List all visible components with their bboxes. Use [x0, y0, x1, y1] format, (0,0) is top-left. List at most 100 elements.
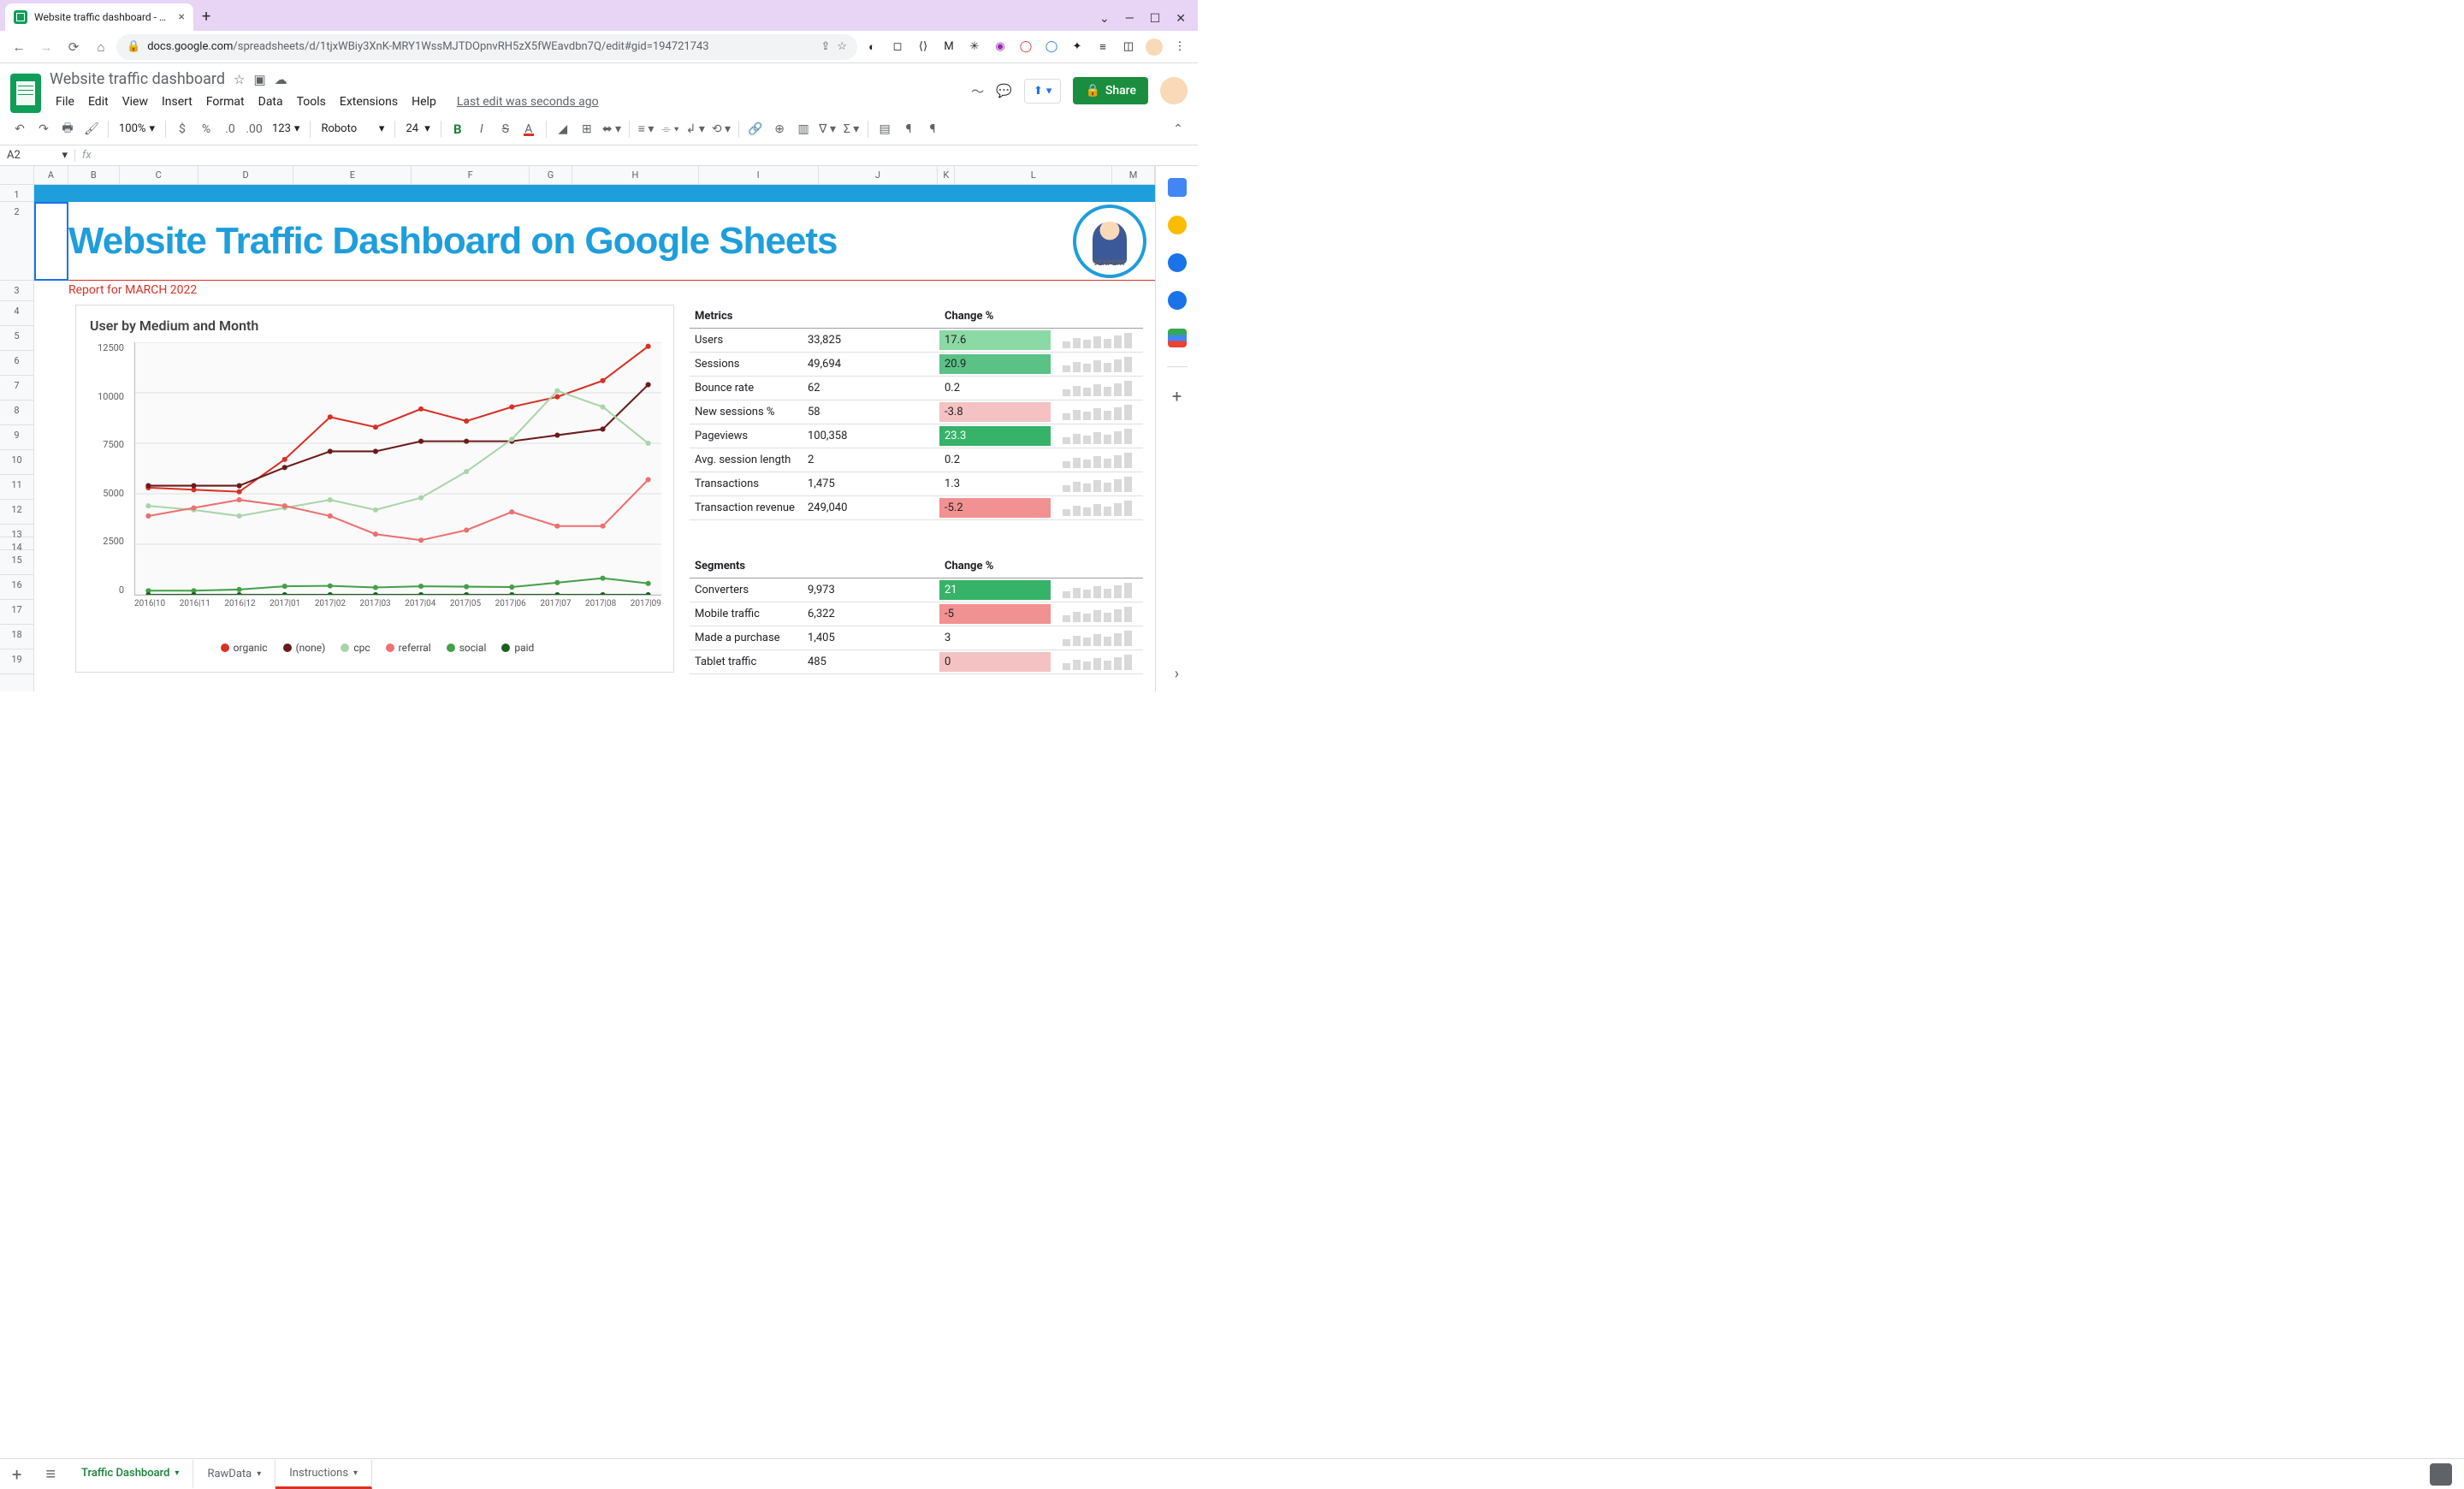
menu-extensions[interactable]: Extensions	[334, 92, 404, 112]
menu-data[interactable]: Data	[252, 92, 289, 112]
col-header[interactable]: J	[819, 166, 939, 184]
close-tab-icon[interactable]: ×	[179, 10, 185, 24]
block-button[interactable]: ▤	[874, 118, 896, 140]
side-panel-icon[interactable]: ◫	[1117, 36, 1140, 58]
ext-icon[interactable]: ◯	[1015, 36, 1037, 58]
row-header[interactable]: 12	[0, 500, 33, 525]
row-header[interactable]: 6	[0, 351, 33, 376]
row-header[interactable]: 11	[0, 475, 33, 500]
last-edit-link[interactable]: Last edit was seconds ago	[451, 92, 605, 112]
row-header[interactable]: 9	[0, 425, 33, 450]
menu-tools[interactable]: Tools	[291, 92, 332, 112]
menu-format[interactable]: Format	[200, 92, 251, 112]
reload-button[interactable]: ⟳	[62, 35, 86, 59]
explore-button[interactable]	[2430, 1463, 2452, 1486]
font-select[interactable]: Roboto▾	[316, 122, 389, 135]
row-header[interactable]: 19	[0, 650, 33, 674]
ext-icon[interactable]: M	[938, 36, 960, 58]
new-tab-button[interactable]: +	[193, 3, 219, 31]
close-window-icon[interactable]: ✕	[1176, 12, 1186, 26]
col-header[interactable]: A	[34, 166, 68, 184]
chart-user-by-medium[interactable]: User by Medium and Month 125001000075005…	[75, 305, 674, 673]
share-button[interactable]: 🔒Share	[1073, 77, 1148, 104]
present-button[interactable]: ⬆▾	[1024, 79, 1061, 104]
rtl-button[interactable]: ¶	[897, 118, 920, 140]
col-header[interactable]: L	[955, 166, 1112, 184]
col-header[interactable]: H	[572, 166, 699, 184]
ext-icon[interactable]: ◻	[886, 36, 909, 58]
maximize-icon[interactable]: ☐	[1150, 12, 1161, 26]
row-header[interactable]: 7	[0, 376, 33, 400]
row-header[interactable]: 1	[0, 185, 33, 202]
functions-button[interactable]: Σ ▾	[840, 118, 862, 140]
legend-item[interactable]: referral	[386, 642, 431, 654]
extensions-icon[interactable]: ✦	[1066, 36, 1088, 58]
sheet-tab[interactable]: Traffic Dashboard ▾	[68, 1460, 193, 1489]
legend-item[interactable]: social	[447, 642, 487, 654]
row-header[interactable]: 17	[0, 600, 33, 625]
wrap-button[interactable]: ↲ ▾	[684, 118, 708, 140]
sheet-tab[interactable]: Instructions ▾	[275, 1460, 372, 1489]
dec-decrease-button[interactable]: .0	[219, 118, 241, 140]
menu-view[interactable]: View	[116, 92, 154, 112]
minimize-icon[interactable]: —	[1125, 12, 1134, 26]
address-bar[interactable]: 🔒 docs.google.com/spreadsheets/d/1tjxWBi…	[116, 34, 857, 60]
contacts-icon[interactable]	[1168, 291, 1187, 310]
menu-file[interactable]: File	[50, 92, 80, 112]
strike-button[interactable]: S	[495, 118, 517, 140]
back-button[interactable]: ←	[7, 35, 31, 59]
menu-edit[interactable]: Edit	[82, 92, 115, 112]
row-header[interactable]: 14	[0, 537, 33, 550]
paint-format-button[interactable]: 🖌	[80, 118, 103, 140]
bookmark-icon[interactable]: ☆	[837, 40, 847, 53]
maps-icon[interactable]	[1168, 329, 1187, 347]
col-header[interactable]: I	[699, 166, 819, 184]
col-header[interactable]: M	[1112, 166, 1155, 184]
merge-button[interactable]: ⬌ ▾	[600, 118, 624, 140]
comment-add-button[interactable]: ⊕	[768, 118, 791, 140]
calendar-icon[interactable]	[1168, 178, 1187, 197]
bold-button[interactable]: B	[447, 118, 469, 140]
add-addon-icon[interactable]: +	[1172, 386, 1182, 406]
profile-avatar[interactable]	[1143, 36, 1165, 58]
active-cell-A2[interactable]	[34, 202, 68, 281]
name-box[interactable]: A2▾	[0, 149, 75, 162]
account-avatar[interactable]	[1160, 77, 1188, 104]
overflow-menu-icon[interactable]: ⋮	[1169, 36, 1191, 58]
legend-item[interactable]: organic	[221, 642, 268, 654]
legend-item[interactable]: (none)	[283, 642, 326, 654]
zoom-select[interactable]: 100% ▾	[114, 122, 160, 135]
add-sheet-button[interactable]: +	[0, 1464, 33, 1485]
ext-icon[interactable]: ◯	[1040, 36, 1063, 58]
col-header[interactable]: C	[120, 166, 198, 184]
menu-insert[interactable]: Insert	[156, 92, 198, 112]
legend-item[interactable]: cpc	[341, 642, 370, 654]
rotate-button[interactable]: ⟲ ▾	[709, 118, 733, 140]
menu-help[interactable]: Help	[406, 92, 442, 112]
row-header[interactable]: 5	[0, 326, 33, 351]
comments-icon[interactable]: 💬	[996, 83, 1012, 98]
row-header[interactable]: 8	[0, 400, 33, 425]
home-button[interactable]: ⌂	[89, 35, 113, 59]
col-header[interactable]: B	[68, 166, 120, 184]
fill-color-button[interactable]: ◢	[552, 118, 574, 140]
row-header[interactable]: 2	[0, 202, 33, 281]
row-header[interactable]: 15	[0, 550, 33, 575]
chart-insert-button[interactable]: ▥	[792, 118, 814, 140]
col-header[interactable]: K	[938, 166, 955, 184]
ext-icon[interactable]: ◐	[861, 36, 883, 58]
col-header[interactable]: D	[198, 166, 294, 184]
activity-icon[interactable]: 〜	[971, 82, 984, 100]
row-header[interactable]: 13	[0, 525, 33, 537]
halign-button[interactable]: ≡ ▾	[635, 118, 657, 140]
cloud-icon[interactable]: ☁	[275, 72, 287, 87]
cells-area[interactable]: Website Traffic Dashboard on Google Shee…	[34, 185, 1155, 691]
share-page-icon[interactable]: ⇪	[820, 40, 830, 53]
browser-tab[interactable]: Website traffic dashboard - Goo ×	[5, 3, 193, 31]
col-header[interactable]: E	[293, 166, 412, 184]
font-size-select[interactable]: 24 ▾	[400, 122, 435, 135]
link-button[interactable]: 🔗	[744, 118, 767, 140]
spreadsheet-grid[interactable]: ABCDEFGHIJKLM 12345678910111213141516171…	[0, 166, 1155, 691]
print-button[interactable]: 🖶	[56, 118, 79, 140]
row-header[interactable]: 4	[0, 301, 33, 326]
